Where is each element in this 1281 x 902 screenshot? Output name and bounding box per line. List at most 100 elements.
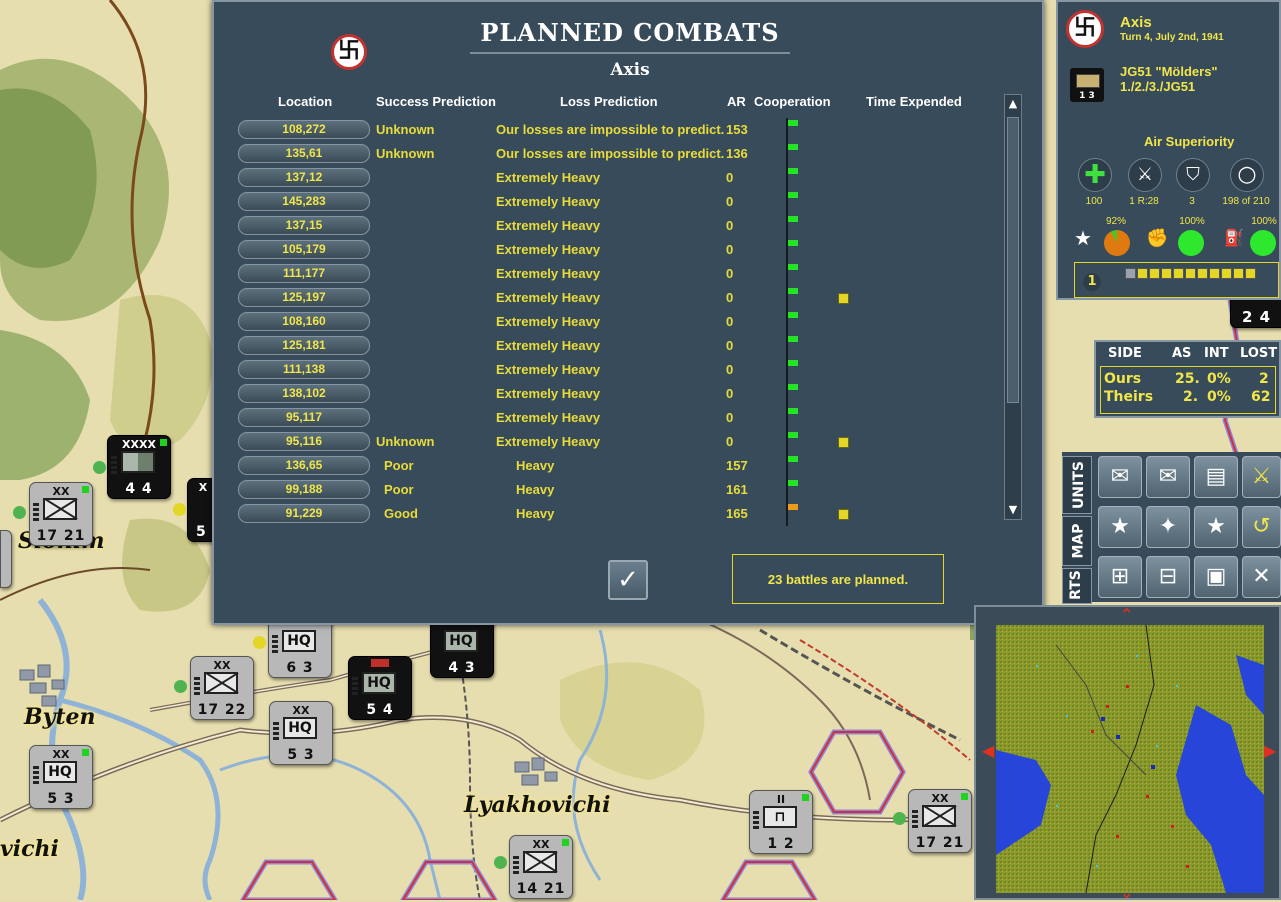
success-prediction: Unknown [376,146,435,161]
combat-row[interactable]: 108,272 Unknown Our losses are impossible … [238,118,1008,142]
stats-header-as: AS [1172,346,1192,361]
location-button[interactable]: 138,102 [238,384,370,403]
air-unit-name: JG51 "Mölders" [1120,64,1218,79]
unit-counter[interactable]: XX 17 21 [908,789,972,853]
location-button[interactable]: 125,197 [238,288,370,307]
location-button[interactable]: 135,61 [238,144,370,163]
squadron-strip[interactable]: 1 [1074,262,1279,298]
circle-icon[interactable]: ○ [1230,158,1264,192]
attack-rating: 0 [726,290,734,305]
combat-row[interactable]: 111,138 Extremely Heavy 0 [238,358,1008,382]
crossed-swords-icon[interactable]: ⚔ [1242,456,1281,498]
undo-icon[interactable]: ↺ [1242,506,1281,548]
star-next-icon[interactable]: ✦ [1146,506,1190,548]
unit-counter[interactable]: XX 17 22 [190,656,254,720]
unit-counter[interactable]: II ⊓ 1 2 [749,790,813,854]
location-button[interactable]: 91,229 [238,504,370,523]
crossed-swords-icon[interactable]: ⚔ [1128,158,1162,192]
loss-prediction: Extremely Heavy [496,266,601,281]
minimap[interactable]: ⌃ ◀ ▶ ⌄ [974,605,1281,902]
unit-list-icon[interactable]: ▣ [1194,556,1238,598]
unit-counter[interactable]: XX HQ 5 3 [29,745,93,809]
scroll-up-icon[interactable]: ▲ [1005,95,1021,113]
location-button[interactable]: 111,177 [238,264,370,283]
attack-rating: 153 [726,122,748,137]
unit-pip [494,856,507,869]
combat-row[interactable]: 138,102 Extremely Heavy 0 [238,382,1008,406]
scroll-thumb[interactable] [1007,117,1019,403]
minimap-right-arrow-icon[interactable]: ▶ [1264,741,1276,760]
location-button[interactable]: 125,181 [238,336,370,355]
shield-icon[interactable]: ⛉ [1176,158,1210,192]
tab-map[interactable]: MAP [1062,516,1092,566]
combat-row[interactable]: 95,116 Unknown Extremely Heavy 0 [238,430,1008,454]
unit-counter[interactable]: HQ 5 4 [348,656,412,720]
location-button[interactable]: 108,160 [238,312,370,331]
star-arrow-icon[interactable]: ★ [1098,506,1142,548]
column-header-loss[interactable]: Loss Prediction [560,94,658,109]
org-chart-icon[interactable]: ⊟ [1146,556,1190,598]
column-header-success[interactable]: Success Prediction [376,94,496,109]
disband-icon[interactable]: ✕ [1242,556,1281,598]
envelope-icon[interactable]: ✉ [1098,456,1142,498]
combat-row[interactable]: 136,65 Poor Heavy 157 [238,454,1008,478]
morale-gauge [1104,230,1130,256]
location-button[interactable]: 95,116 [238,432,370,451]
column-header-ar[interactable]: AR [727,94,746,109]
location-button[interactable]: 136,65 [238,456,370,475]
location-button[interactable]: 95,117 [238,408,370,427]
location-button[interactable]: 137,15 [238,216,370,235]
combat-row[interactable]: 91,229 Good Heavy 165 [238,502,1008,526]
clipboard-icon[interactable]: ▤ [1194,456,1238,498]
plus-icon[interactable]: ✚ [1078,158,1112,192]
attack-rating: 161 [726,482,748,497]
combat-row[interactable]: 95,117 Extremely Heavy 0 [238,406,1008,430]
tab-units[interactable]: UNITS [1062,456,1092,514]
air-unit-counter[interactable]: 1 3 [1070,68,1104,102]
combat-row[interactable]: 137,15 Extremely Heavy 0 [238,214,1008,238]
combat-row[interactable]: 135,61 Unknown Our losses are impossible t… [238,142,1008,166]
loss-prediction: Extremely Heavy [496,410,601,425]
list-scrollbar[interactable]: ▲ ▼ [1004,94,1022,520]
column-header-location[interactable]: Location [278,94,332,109]
unit-counter[interactable] [0,530,12,588]
location-button[interactable]: 145,283 [238,192,370,211]
location-button[interactable]: 137,12 [238,168,370,187]
unit-strength: 17 22 [197,702,247,718]
minimap-up-arrow-icon[interactable]: ⌃ [1120,605,1133,624]
location-button[interactable]: 99,188 [238,480,370,499]
combat-row[interactable]: 108,160 Extremely Heavy 0 [238,310,1008,334]
minimap-view[interactable] [996,625,1264,893]
combat-row[interactable]: 111,177 Extremely Heavy 0 [238,262,1008,286]
unit-counter[interactable]: XXXX 4 4 [107,435,171,499]
city-label-lyakhovichi: Lyakhovichi [464,792,611,818]
minimap-left-arrow-icon[interactable]: ◀ [982,741,994,760]
tab-reports[interactable]: RTS [1062,568,1092,604]
combat-row[interactable]: 125,197 Extremely Heavy 0 [238,286,1008,310]
unit-counter[interactable]: XX 17 21 [29,482,93,546]
column-header-cooperation[interactable]: Cooperation [754,94,831,109]
combat-row[interactable]: 105,179 Extremely Heavy 0 [238,238,1008,262]
battles-status: 23 battles are planned. [732,554,944,604]
combat-row[interactable]: 145,283 Extremely Heavy 0 [238,190,1008,214]
unit-counter[interactable]: XX 14 21 [509,835,573,899]
location-button[interactable]: 105,179 [238,240,370,259]
scroll-down-icon[interactable]: ▼ [1005,501,1021,519]
hierarchy-icon[interactable]: ⊞ [1098,556,1142,598]
location-button[interactable]: 111,138 [238,360,370,379]
combat-row[interactable]: 137,12 Extremely Heavy 0 [238,166,1008,190]
confirm-button[interactable]: ✓ [608,560,648,600]
unit-strength: 4 4 [125,481,153,497]
stats-header-side: SIDE [1108,346,1142,361]
unit-counter[interactable]: XX HQ 5 3 [269,701,333,765]
minimap-terrain [996,625,1264,893]
combat-row[interactable]: 99,188 Poor Heavy 161 [238,478,1008,502]
stats-lost: 2 [1259,371,1269,387]
column-header-time[interactable]: Time Expended [866,94,962,109]
star-icon[interactable]: ★ [1194,506,1238,548]
envelope-arrow-icon[interactable]: ✉ [1146,456,1190,498]
cooperation-flag [786,358,798,382]
combat-row[interactable]: 125,181 Extremely Heavy 0 [238,334,1008,358]
unit-counter[interactable]: 2 4 [1230,298,1281,328]
location-button[interactable]: 108,272 [238,120,370,139]
